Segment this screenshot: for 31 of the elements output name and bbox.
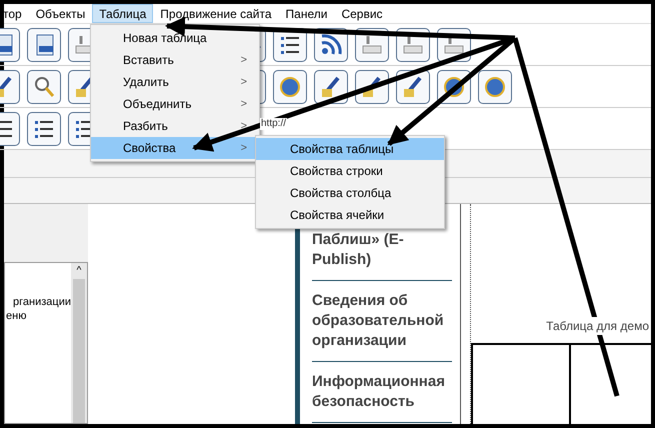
submenu-arrow-icon: > [240,140,247,156]
scroll-up-arrow-icon[interactable]: ^ [76,263,82,279]
menu-item[interactable]: тор [0,4,29,23]
menu-item[interactable]: Сервис [334,4,390,23]
menu-entry[interactable]: Разбить > [91,115,259,137]
list-item[interactable]: рганизации [13,295,71,309]
toolbar-button[interactable] [27,112,61,146]
list-item[interactable]: еню [6,309,26,323]
submenu-arrow-icon: > [240,96,247,112]
nav-link[interactable]: Информационная безопасность [312,372,452,423]
menu-entry[interactable]: Вставить > [91,49,259,71]
submenu-arrow-icon: > [240,52,247,68]
menu-item[interactable]: Таблица [92,4,154,23]
menu-entry[interactable]: Объединить > [91,93,259,115]
menu-entry[interactable]: Свойства таблицы [256,138,444,160]
list-box[interactable]: рганизации еню ^ [4,262,88,424]
menu-entry[interactable]: Новая таблица [91,27,259,49]
submenu-arrow-icon: > [240,118,247,134]
scrollbar[interactable]: ^ [71,263,87,423]
nav-link[interactable]: Паблиш» (E-Publish) [312,230,452,281]
menu-entry[interactable]: Свойства ячейки [256,204,444,226]
menu-item[interactable]: Панели [278,4,334,23]
menu-entry[interactable]: Удалить > [91,71,259,93]
submenu-arrow-icon: > [240,74,247,90]
menu-item[interactable]: Объекты [28,4,92,23]
url-label: http:// [260,118,288,130]
menu-entry[interactable]: Свойства строки [256,160,444,182]
nav-link[interactable]: Сведения об образовательной организации [312,291,452,362]
table-caption: Таблица для демо [546,317,651,335]
toolbar-button[interactable] [27,28,61,62]
menu-item[interactable]: Продвижение сайта [153,4,279,23]
